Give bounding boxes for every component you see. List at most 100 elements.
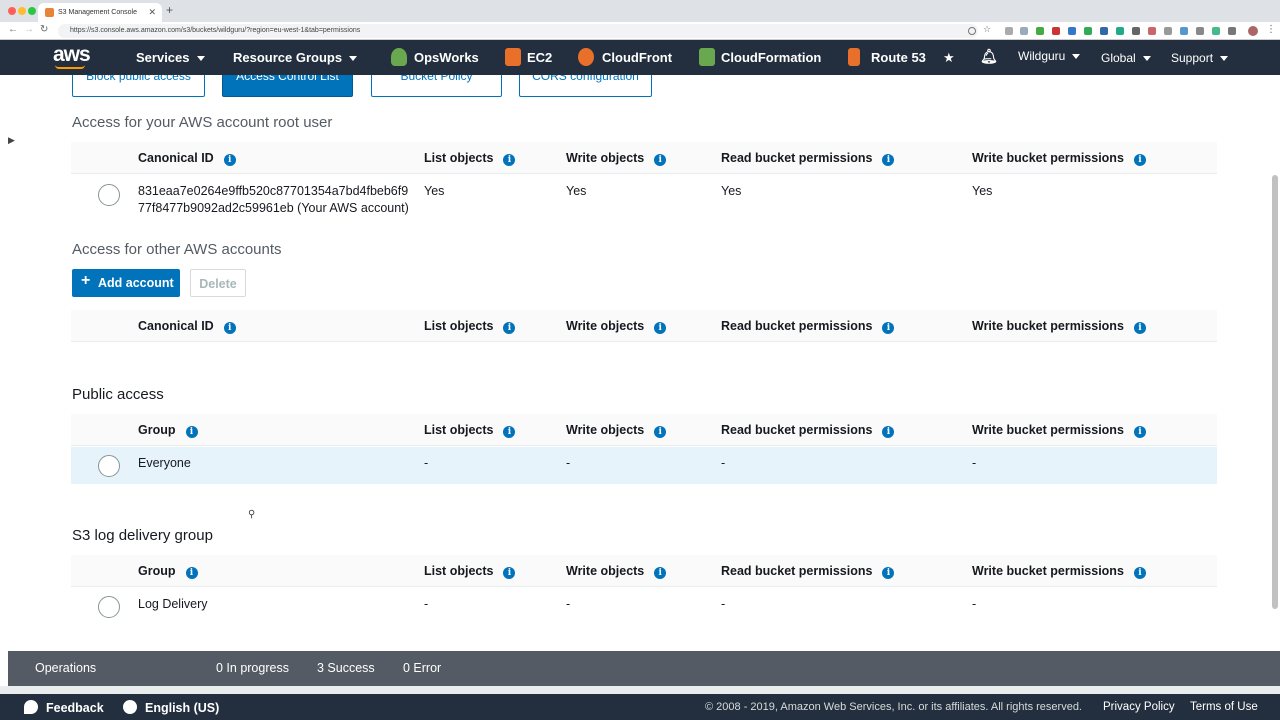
extension-icon[interactable] (1148, 27, 1156, 35)
resource-groups-menu[interactable]: Resource Groups (233, 50, 358, 65)
tab-access-control-list[interactable]: Access Control List (222, 75, 353, 97)
info-icon[interactable]: i (882, 567, 895, 579)
browser-menu-icon[interactable]: ⋮ (1266, 24, 1276, 35)
sidebar-expand-icon[interactable]: ▶ (8, 135, 22, 151)
info-icon[interactable]: i (503, 154, 516, 166)
info-icon[interactable]: i (654, 154, 667, 166)
table-row-log-delivery[interactable]: Log Delivery - - - - (71, 588, 1217, 624)
opsworks-shortcut[interactable]: OpsWorks (414, 50, 479, 65)
extension-icon[interactable] (1036, 27, 1044, 35)
reload-icon[interactable]: ↻ (40, 24, 48, 35)
chevron-down-icon (1142, 56, 1151, 62)
minimize-window-button[interactable] (18, 7, 26, 15)
row-select-radio[interactable] (98, 184, 120, 206)
aws-smile-icon (55, 65, 85, 69)
info-icon[interactable]: i (882, 154, 895, 166)
profile-avatar[interactable] (1248, 26, 1258, 36)
route53-shortcut[interactable]: Route 53 (871, 50, 926, 65)
extension-icon[interactable] (1196, 27, 1204, 35)
log-delivery-table-header: Group i List objects i Write objects i Read… (71, 555, 1217, 587)
account-name: Wildguru (1018, 49, 1066, 63)
page-scrollbar[interactable] (1272, 175, 1278, 609)
info-icon[interactable]: i (223, 154, 236, 166)
close-tab-icon[interactable]: ✕ (148, 7, 156, 18)
info-icon[interactable]: i (1133, 567, 1146, 579)
add-account-label: Add account (98, 276, 174, 290)
tab-block-public-access[interactable]: Block public access (72, 75, 205, 97)
aws-top-nav: aws Services Resource Groups OpsWorks EC… (0, 40, 1280, 75)
support-menu[interactable]: Support (1171, 51, 1229, 65)
info-icon[interactable]: i (1133, 322, 1146, 334)
feedback-label: Feedback (46, 701, 104, 715)
extension-icon[interactable] (1020, 27, 1028, 35)
resource-groups-label: Resource Groups (233, 50, 343, 65)
info-icon[interactable]: i (185, 567, 198, 579)
extension-icon[interactable] (1052, 27, 1060, 35)
add-account-button[interactable]: + Add account (72, 269, 180, 297)
operations-bar[interactable]: Operations 0 In progress 3 Success 0 Err… (8, 651, 1280, 686)
ec2-shortcut[interactable]: EC2 (527, 50, 552, 65)
info-icon[interactable]: i (882, 426, 895, 438)
info-icon[interactable]: i (185, 426, 198, 438)
info-icon[interactable]: i (223, 322, 236, 334)
tab-cors-configuration[interactable]: CORS configuration (519, 75, 652, 97)
new-tab-icon[interactable]: + (166, 3, 173, 17)
read-bucket-permissions-header: Read bucket permissions i (721, 319, 895, 334)
zoom-icon[interactable] (968, 27, 976, 35)
extension-icon[interactable] (1132, 27, 1140, 35)
info-icon[interactable]: i (654, 426, 667, 438)
row-select-radio[interactable] (98, 455, 120, 477)
region-menu[interactable]: Global (1101, 51, 1151, 65)
back-icon[interactable]: ← (8, 24, 18, 35)
extension-icon[interactable] (1100, 27, 1108, 35)
info-icon[interactable]: i (503, 567, 516, 579)
extension-icon[interactable] (1180, 27, 1188, 35)
services-menu[interactable]: Services (136, 50, 205, 65)
close-window-button[interactable] (8, 7, 16, 15)
info-icon[interactable]: i (1133, 154, 1146, 166)
info-icon[interactable]: i (654, 567, 667, 579)
language-selector[interactable]: English (US) (123, 700, 219, 715)
write-bucket-permissions-value: - (972, 456, 977, 470)
tab-bucket-policy[interactable]: Bucket Policy (371, 75, 502, 97)
table-row-everyone[interactable]: Everyone - - - - (71, 447, 1217, 484)
write-objects-value: - (566, 597, 571, 611)
info-icon[interactable]: i (654, 322, 667, 334)
extension-icon[interactable] (1212, 27, 1220, 35)
extension-icon[interactable] (1164, 27, 1172, 35)
support-label: Support (1171, 51, 1214, 65)
account-menu[interactable]: Wildguru (1018, 49, 1081, 63)
cloudformation-shortcut[interactable]: CloudFormation (721, 50, 821, 65)
browser-tab[interactable]: S3 Management Console ✕ (38, 3, 162, 22)
ec2-icon (505, 48, 521, 66)
extension-icon[interactable] (1084, 27, 1092, 35)
cloudfront-shortcut[interactable]: CloudFront (602, 50, 672, 65)
maximize-window-button[interactable] (28, 7, 36, 15)
info-icon[interactable]: i (503, 426, 516, 438)
row-select-radio[interactable] (98, 596, 120, 618)
info-icon[interactable]: i (1133, 426, 1146, 438)
privacy-policy-link[interactable]: Privacy Policy (1103, 701, 1175, 713)
extension-icon[interactable] (1005, 27, 1013, 35)
pin-icon[interactable]: ★ (943, 50, 955, 66)
extension-icon[interactable] (1116, 27, 1124, 35)
bell-icon[interactable]: 🔔︎ (980, 48, 998, 65)
info-icon[interactable]: i (882, 322, 895, 334)
info-icon[interactable]: i (503, 322, 516, 334)
feedback-link[interactable]: Feedback (24, 700, 104, 715)
url-field[interactable]: https://s3.console.aws.amazon.com/s3/buc… (58, 24, 978, 38)
canonical-id-header: Canonical ID i (138, 319, 236, 334)
chevron-down-icon (349, 56, 358, 62)
forward-icon[interactable]: → (24, 24, 34, 35)
read-bucket-permissions-header: Read bucket permissions i (721, 564, 895, 579)
write-bucket-permissions-header: Write bucket permissions i (972, 564, 1146, 579)
plus-icon: + (81, 272, 91, 289)
extension-icon[interactable] (1068, 27, 1076, 35)
chevron-down-icon (1072, 54, 1081, 60)
extension-icon[interactable] (1228, 27, 1236, 35)
terms-of-use-link[interactable]: Terms of Use (1190, 701, 1258, 713)
bookmark-star-icon[interactable]: ☆ (983, 24, 991, 35)
delete-button[interactable]: Delete (190, 269, 246, 297)
root-user-section-title: Access for your AWS account root user (72, 114, 333, 131)
aws-logo[interactable]: aws (53, 43, 91, 67)
